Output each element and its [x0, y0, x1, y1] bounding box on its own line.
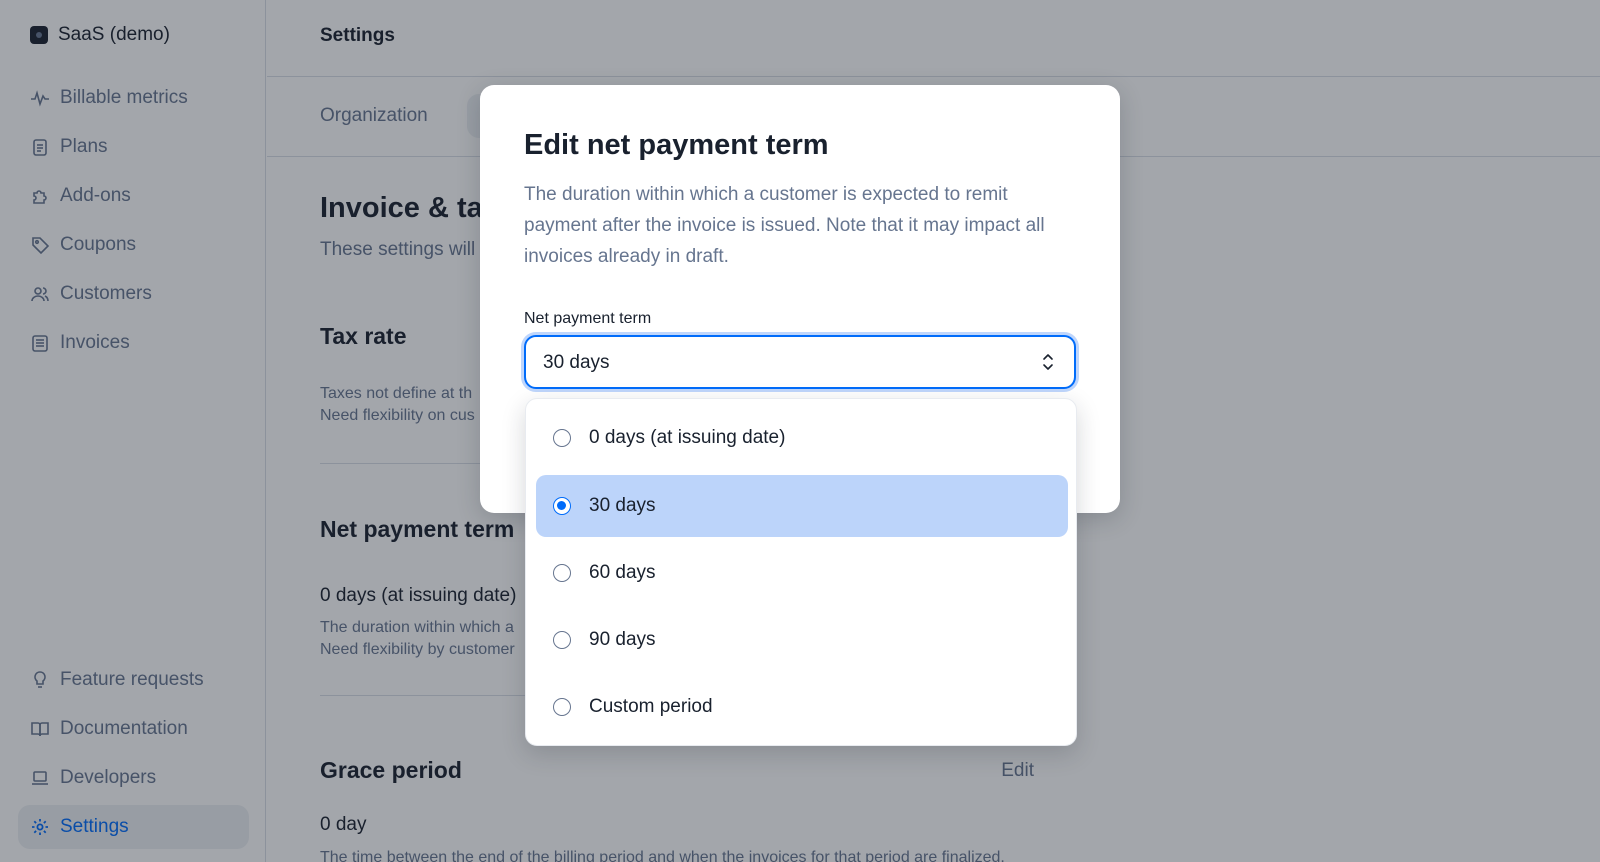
option-30-days[interactable]: 30 days [536, 475, 1068, 537]
net-payment-term-options: 0 days (at issuing date) 30 days 60 days… [525, 398, 1077, 746]
option-0-days[interactable]: 0 days (at issuing date) [536, 407, 1068, 469]
radio-icon [553, 429, 571, 447]
option-label: Custom period [589, 696, 713, 717]
dialog-title: Edit net payment term [524, 129, 829, 161]
dialog-description: The duration within which a customer is … [524, 184, 1045, 267]
select-value: 30 days [543, 352, 610, 373]
radio-icon [553, 631, 571, 649]
option-60-days[interactable]: 60 days [536, 542, 1068, 604]
option-label: 90 days [589, 629, 656, 650]
option-label: 60 days [589, 562, 656, 583]
radio-checked-icon [553, 497, 571, 515]
radio-icon [553, 564, 571, 582]
option-90-days[interactable]: 90 days [536, 609, 1068, 671]
option-label: 0 days (at issuing date) [589, 427, 786, 448]
net-payment-term-select[interactable]: 30 days [524, 335, 1076, 389]
net-payment-term-label: Net payment term [524, 310, 652, 327]
option-label: 30 days [589, 495, 656, 516]
chevron-up-down-icon [1043, 354, 1053, 370]
radio-icon [553, 698, 571, 716]
option-custom-period[interactable]: Custom period [536, 676, 1068, 738]
